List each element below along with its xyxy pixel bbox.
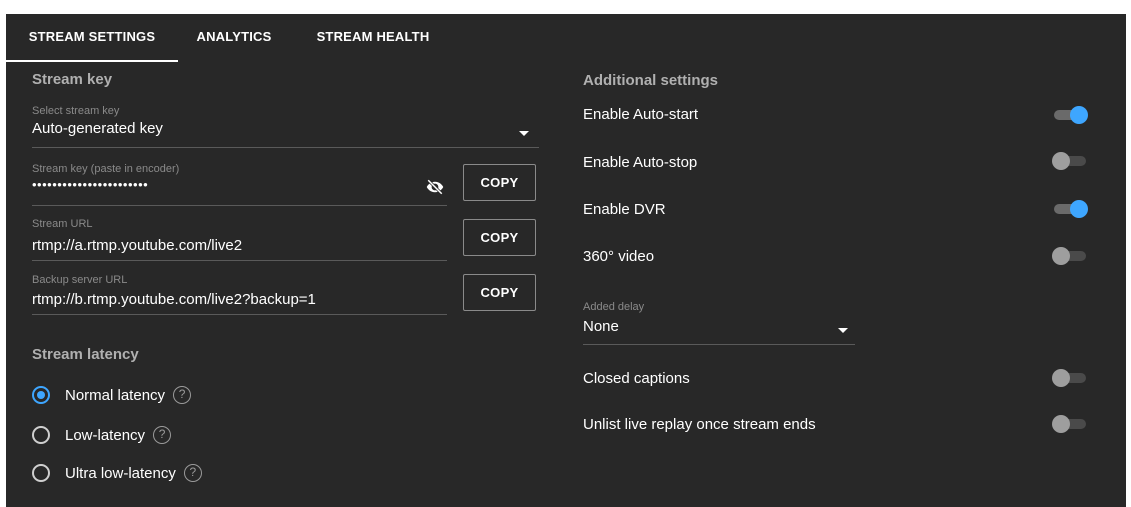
backup-url-label: Backup server URL	[32, 274, 128, 286]
stream-key-label: Stream key (paste in encoder)	[32, 163, 180, 175]
tab-analytics[interactable]: ANALYTICS	[189, 14, 279, 62]
latency-option-normal[interactable]: Normal latency ?	[32, 384, 192, 406]
eye-off-icon[interactable]	[426, 179, 444, 200]
unlist-replay-toggle[interactable]	[1052, 414, 1088, 434]
auto-start-label: Enable Auto-start	[583, 106, 699, 123]
select-underline	[32, 147, 539, 148]
latency-option-label: Ultra low-latency	[65, 464, 176, 482]
auto-stop-toggle[interactable]	[1052, 151, 1088, 171]
toggle-knob	[1052, 369, 1070, 387]
stream-key-value: •••••••••••••••••••••••	[32, 177, 149, 192]
stream-key-select[interactable]: Select stream key Auto-generated key	[32, 105, 539, 148]
closed-captions-toggle[interactable]	[1052, 368, 1088, 388]
auto-stop-label: Enable Auto-stop	[583, 154, 698, 171]
dvr-toggle[interactable]	[1052, 199, 1088, 219]
copy-backup-url-button[interactable]: COPY	[463, 274, 536, 311]
help-icon[interactable]: ?	[183, 464, 202, 482]
latency-option-label: Normal latency	[65, 386, 166, 404]
additional-settings-heading: Additional settings	[583, 72, 718, 89]
stream-key-heading: Stream key	[32, 71, 113, 88]
360-video-label: 360° video	[583, 248, 655, 265]
radio-button[interactable]	[32, 464, 50, 482]
backup-url-underline	[32, 314, 447, 315]
toggle-knob	[1070, 106, 1088, 124]
select-stream-key-label: Select stream key	[32, 105, 120, 117]
toggle-knob	[1052, 247, 1070, 265]
latency-option-label: Low-latency	[65, 426, 146, 444]
toggle-knob	[1052, 152, 1070, 170]
radio-button-checked[interactable]	[32, 386, 50, 404]
tab-stream-health[interactable]: STREAM HEALTH	[309, 14, 437, 62]
closed-captions-label: Closed captions	[583, 370, 690, 387]
toggle-knob	[1052, 415, 1070, 433]
latency-option-ultra-low[interactable]: Ultra low-latency ?	[32, 462, 202, 484]
help-icon[interactable]: ?	[153, 426, 172, 444]
radio-button[interactable]	[32, 426, 50, 444]
stream-url-field[interactable]: Stream URL rtmp://a.rtmp.youtube.com/liv…	[32, 218, 447, 261]
backup-url-value: rtmp://b.rtmp.youtube.com/live2?backup=1	[32, 291, 316, 308]
chevron-down-icon[interactable]	[519, 131, 529, 136]
copy-stream-key-button[interactable]: COPY	[463, 164, 536, 201]
auto-start-toggle[interactable]	[1052, 105, 1088, 125]
added-delay-value: None	[583, 318, 619, 335]
added-delay-underline	[583, 344, 855, 345]
unlist-replay-label: Unlist live replay once stream ends	[583, 416, 816, 433]
stream-key-field[interactable]: Stream key (paste in encoder) ••••••••••…	[32, 163, 447, 206]
chevron-down-icon[interactable]	[838, 328, 848, 333]
help-icon[interactable]: ?	[173, 386, 192, 404]
dvr-label: Enable DVR	[583, 201, 666, 218]
360-video-toggle[interactable]	[1052, 246, 1088, 266]
select-stream-key-value: Auto-generated key	[32, 120, 163, 137]
backup-url-field[interactable]: Backup server URL rtmp://b.rtmp.youtube.…	[32, 274, 447, 315]
tab-stream-settings[interactable]: STREAM SETTINGS	[6, 14, 178, 62]
copy-stream-url-button[interactable]: COPY	[463, 219, 536, 256]
stream-settings-panel: STREAM SETTINGS ANALYTICS STREAM HEALTH …	[6, 14, 1126, 507]
added-delay-select[interactable]: Added delay None	[583, 301, 855, 345]
stream-url-value: rtmp://a.rtmp.youtube.com/live2	[32, 237, 243, 254]
tab-bar: STREAM SETTINGS ANALYTICS STREAM HEALTH	[6, 14, 1126, 62]
stream-url-underline	[32, 260, 447, 261]
stream-key-underline	[32, 205, 447, 206]
stream-url-label: Stream URL	[32, 218, 93, 230]
toggle-knob	[1070, 200, 1088, 218]
added-delay-label: Added delay	[583, 301, 645, 313]
stream-latency-heading: Stream latency	[32, 346, 139, 363]
latency-option-low[interactable]: Low-latency ?	[32, 424, 172, 446]
